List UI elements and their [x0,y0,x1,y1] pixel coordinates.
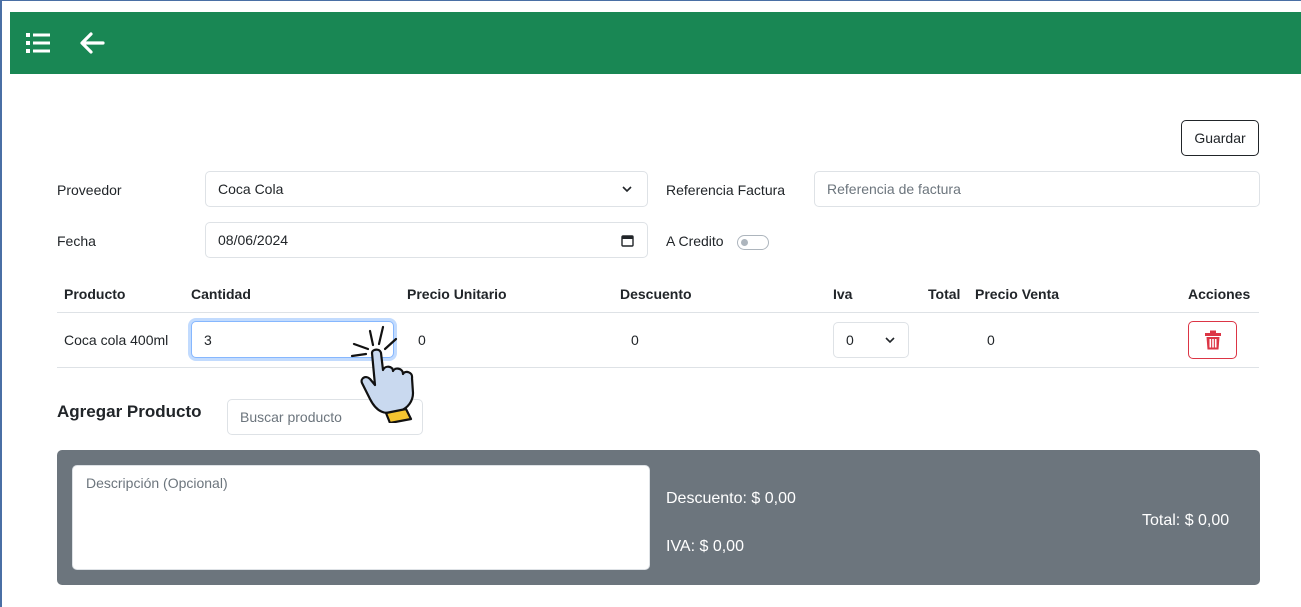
proveedor-label: Proveedor [57,182,122,198]
table-row-divider [57,367,1259,368]
row-precio-venta: 0 [987,332,995,348]
fecha-value: 08/06/2024 [218,232,289,248]
description-textarea[interactable]: Descripción (Opcional) [72,465,650,570]
summary-panel: Descripción (Opcional) Descuento: $ 0,00… [57,450,1260,585]
save-button[interactable]: Guardar [1181,120,1259,156]
arrow-left-icon[interactable] [78,29,106,57]
col-descuento: Descuento [620,286,692,302]
iva-value: 0 [846,332,854,348]
iva-select[interactable]: 0 [833,322,909,358]
col-precio-unitario: Precio Unitario [407,286,507,302]
table-header-divider [57,312,1259,313]
tap-cursor-icon [350,325,415,423]
search-placeholder: Buscar producto [240,409,342,425]
referencia-label: Referencia Factura [666,182,786,198]
fecha-label: Fecha [57,233,96,249]
referencia-placeholder: Referencia de factura [827,181,961,197]
add-product-label: Agregar Producto [57,402,202,421]
summary-total: Total: $ 0,00 [1142,512,1230,529]
referencia-input[interactable]: Referencia de factura [814,171,1260,207]
top-navbar [10,12,1301,74]
row-descuento: 0 [631,332,639,348]
fecha-input[interactable]: 08/06/2024 [205,222,648,258]
col-total: Total [928,286,961,302]
list-icon[interactable] [24,29,52,57]
credito-label: A Credito [666,233,724,249]
proveedor-value: Coca Cola [218,181,284,197]
proveedor-select[interactable]: Coca Cola [205,171,648,207]
col-iva: Iva [833,286,853,302]
chevron-down-icon [622,186,632,193]
summary-iva: IVA: $ 0,00 [666,538,744,555]
calendar-icon[interactable] [621,234,634,247]
col-cantidad: Cantidad [191,286,251,302]
cantidad-value: 3 [204,331,212,348]
description-placeholder: Descripción (Opcional) [86,475,228,491]
summary-descuento: Descuento: $ 0,00 [666,490,796,507]
col-acciones: Acciones [1188,286,1251,302]
row-producto: Coca cola 400ml [64,332,169,348]
trash-icon [1204,330,1221,350]
delete-button[interactable] [1188,321,1237,359]
credito-toggle[interactable] [737,235,769,250]
chevron-down-icon [885,337,895,344]
col-precio-venta: Precio Venta [975,286,1060,302]
toggle-knob [741,239,748,246]
col-producto: Producto [64,286,126,302]
